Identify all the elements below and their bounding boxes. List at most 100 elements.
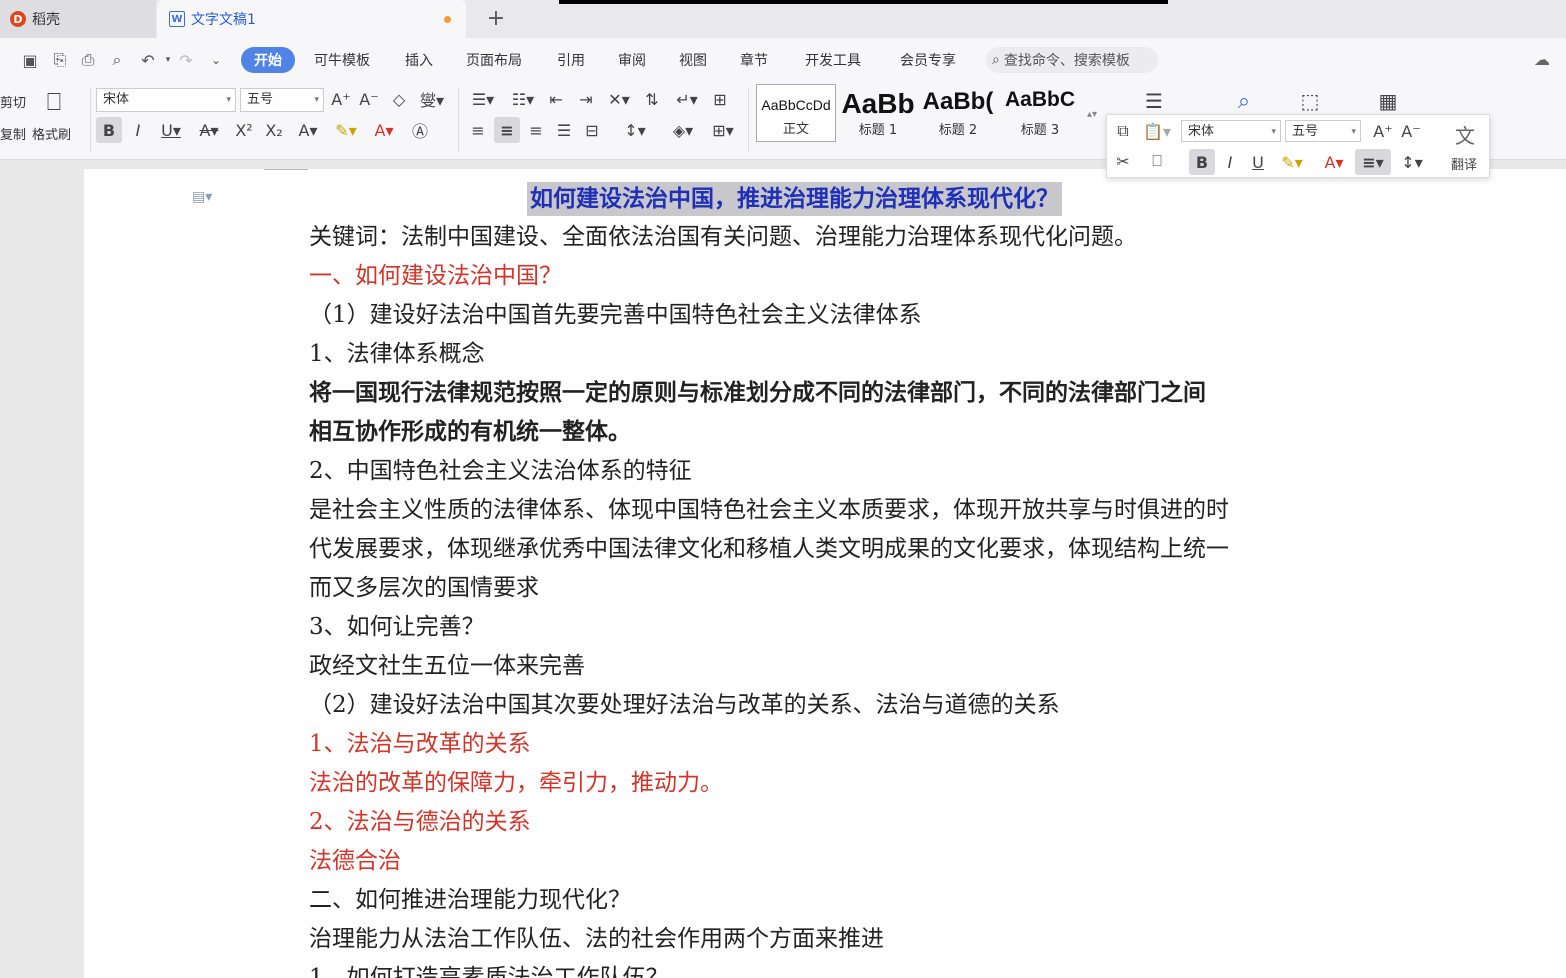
save-icon[interactable]: ▣ bbox=[20, 50, 40, 70]
bold-icon[interactable]: B bbox=[96, 117, 122, 143]
mini-align-center-icon[interactable]: ≡▾ bbox=[1355, 149, 1391, 175]
copy-label[interactable]: 复制 bbox=[0, 124, 26, 143]
undo-dropdown-icon[interactable]: ▾ bbox=[158, 50, 178, 70]
translate-label[interactable]: 翻译 bbox=[1441, 153, 1487, 173]
line-spacing-icon[interactable]: ↕▾ bbox=[616, 117, 654, 143]
paragraph-item-2[interactable]: 2、中国特色社会主义法治体系的特征 bbox=[309, 456, 692, 486]
menu-template[interactable]: 可牛模板 bbox=[314, 50, 370, 72]
paragraph-body-3[interactable]: 而又多层次的国情要求 bbox=[309, 573, 539, 603]
superscript-icon[interactable]: X² bbox=[231, 117, 257, 143]
sort-icon[interactable]: ⇅ bbox=[640, 88, 664, 110]
numbered-list-icon[interactable]: ☷▾ bbox=[506, 88, 540, 110]
style-heading-1[interactable]: AaBb 标题 1 bbox=[838, 84, 918, 142]
print-icon[interactable]: ⎙ bbox=[78, 50, 98, 70]
increase-indent-icon[interactable]: ⇥ bbox=[574, 88, 598, 110]
align-center-icon[interactable]: ≡ bbox=[494, 117, 520, 143]
heading-section-1[interactable]: 一、如何建设法治中国？ bbox=[309, 261, 562, 291]
mini-italic-icon[interactable]: I bbox=[1219, 149, 1241, 175]
clear-format-icon[interactable]: ◇ bbox=[388, 88, 410, 110]
paragraph-sub-1[interactable]: （1）建设好法治中国首先要完善中国特色社会主义法律体系 bbox=[309, 300, 922, 330]
document-nav-icon[interactable]: ▤▾ bbox=[192, 189, 212, 205]
paragraph-sub-2[interactable]: （2）建设好法治中国其次要处理好法治与改革的关系、法治与道德的关系 bbox=[309, 690, 1060, 720]
paste-icon[interactable]: 📋▾ bbox=[1141, 119, 1173, 143]
tab-document[interactable]: W 文字文稿1 bbox=[157, 0, 466, 38]
mini-highlight-icon[interactable]: ✎▾ bbox=[1275, 149, 1309, 175]
translate-icon[interactable]: 文 bbox=[1445, 119, 1485, 149]
menu-chapter[interactable]: 章节 bbox=[740, 50, 768, 72]
grow-font-icon[interactable]: A⁺ bbox=[330, 88, 352, 110]
menu-insert[interactable]: 插入 bbox=[405, 50, 433, 72]
justify-icon[interactable]: ☰ bbox=[552, 117, 576, 143]
paragraph-keywords[interactable]: 关键词：法制中国建设、全面依法治国有关问题、治理能力治理体系现代化问题。 bbox=[309, 222, 1137, 252]
paragraph-red-4[interactable]: 法德合治 bbox=[309, 846, 401, 876]
font-size-select[interactable]: 五号 ▾ bbox=[240, 88, 324, 112]
redo-icon[interactable]: ↷ bbox=[176, 50, 196, 70]
format-painter-label[interactable]: 格式刷 bbox=[32, 124, 71, 143]
paragraph-item-4[interactable]: 1、如何打造高素质法治工作队伍？ bbox=[309, 963, 669, 978]
italic-icon[interactable]: I bbox=[127, 117, 149, 143]
command-search[interactable]: ⌕ 查找命令、搜索模板 bbox=[986, 47, 1158, 73]
paragraph-bold-2[interactable]: 相互协作形成的有机统一整体。 bbox=[309, 417, 631, 447]
cloud-sync-icon[interactable]: ☁ bbox=[1534, 50, 1550, 69]
paragraph-item-3[interactable]: 3、如何让完善？ bbox=[309, 612, 485, 642]
menu-page-layout[interactable]: 页面布局 bbox=[466, 50, 522, 72]
print-preview-icon[interactable]: ⌕ bbox=[107, 50, 127, 70]
style-heading-3[interactable]: AaBbC 标题 3 bbox=[1000, 84, 1080, 142]
format-painter-icon[interactable]: ⎕ bbox=[40, 86, 68, 118]
mini-bold-icon[interactable]: B bbox=[1189, 149, 1215, 175]
paragraph-bold-1[interactable]: 将一国现行法律规范按照一定的原则与标准划分成不同的法律部门，不同的法律部门之间 bbox=[309, 378, 1206, 408]
paragraph-body-2[interactable]: 代发展要求，体现继承优秀中国法律文化和移植人类文明成果的文化要求，体现结构上统一 bbox=[309, 534, 1229, 564]
decrease-indent-icon[interactable]: ⇤ bbox=[544, 88, 568, 110]
select-icon[interactable]: ⬚ bbox=[1294, 86, 1326, 116]
align-right-icon[interactable]: ≡ bbox=[524, 117, 548, 143]
menu-developer[interactable]: 开发工具 bbox=[805, 50, 861, 72]
table-tools-icon[interactable]: ⊞ bbox=[708, 88, 732, 110]
shading-icon[interactable]: ◈▾ bbox=[666, 117, 700, 143]
document-title[interactable]: 如何建设法治中国，推进治理能力治理体系现代化？ bbox=[527, 182, 1062, 216]
subscript-icon[interactable]: X₂ bbox=[261, 117, 287, 143]
text-layout-icon[interactable]: ☰ bbox=[1138, 86, 1170, 116]
paragraph-red-2[interactable]: 法治的改革的保障力，牵引力，推动力。 bbox=[309, 768, 723, 798]
menu-home[interactable]: 开始 bbox=[241, 47, 295, 73]
style-gallery-scroll-icon[interactable]: ▴▾ bbox=[1084, 86, 1100, 142]
paragraph-body-4[interactable]: 政经文社生五位一体来完善 bbox=[309, 651, 585, 681]
menu-view[interactable]: 视图 bbox=[679, 50, 707, 72]
shrink-font-icon[interactable]: A⁻ bbox=[358, 88, 380, 110]
mini-font-select[interactable]: 宋体 ▾ bbox=[1181, 120, 1281, 142]
menu-member[interactable]: 会员专享 bbox=[900, 50, 956, 72]
mini-underline-icon[interactable]: U bbox=[1247, 149, 1269, 175]
new-tab-plus-icon[interactable]: + bbox=[484, 6, 508, 31]
char-border-icon[interactable]: Ⓐ bbox=[408, 117, 432, 143]
text-effect-icon[interactable]: A▾ bbox=[292, 117, 324, 143]
bullet-list-icon[interactable]: ☰▾ bbox=[466, 88, 500, 110]
paragraph-body-5[interactable]: 治理能力从法治工作队伍、法的社会作用两个方面来推进 bbox=[309, 924, 884, 954]
copy-icon[interactable]: ⧉ bbox=[1111, 119, 1135, 143]
align-left-icon[interactable]: ≡ bbox=[466, 117, 490, 143]
document-page[interactable] bbox=[84, 169, 1566, 978]
export-icon[interactable]: ⎘ bbox=[50, 50, 70, 70]
paragraph-item-1[interactable]: 1、法律体系概念 bbox=[309, 339, 485, 369]
paragraph-red-3[interactable]: 2、法治与德治的关系 bbox=[309, 807, 531, 837]
paragraph-red-1[interactable]: 1、法治与改革的关系 bbox=[309, 729, 531, 759]
mini-shrink-font-icon[interactable]: A⁻ bbox=[1399, 119, 1423, 143]
mini-size-select[interactable]: 五号 ▾ bbox=[1285, 120, 1361, 142]
find-replace-icon[interactable]: ⌕ bbox=[1228, 86, 1260, 116]
font-family-select[interactable]: 宋体 ▾ bbox=[96, 88, 236, 112]
cut-icon[interactable]: ✂ bbox=[1111, 149, 1135, 173]
chinese-layout-icon[interactable]: ✕▾ bbox=[602, 88, 636, 110]
arrange-icon[interactable]: ▦ bbox=[1372, 86, 1404, 116]
paragraph-body-1[interactable]: 是社会主义性质的法律体系、体现中国特色社会主义本质要求，体现开放共享与时俱进的时 bbox=[309, 495, 1229, 525]
mini-format-painter-icon[interactable]: ⎕ bbox=[1145, 149, 1169, 173]
borders-icon[interactable]: ⊞▾ bbox=[706, 117, 740, 143]
menu-review[interactable]: 审阅 bbox=[618, 50, 646, 72]
style-normal[interactable]: AaBbCcDd 正文 bbox=[756, 84, 836, 142]
distribute-icon[interactable]: ⊟ bbox=[580, 117, 604, 143]
unsaved-dot-icon[interactable] bbox=[444, 16, 451, 23]
mini-grow-font-icon[interactable]: A⁺ bbox=[1371, 119, 1395, 143]
cut-label[interactable]: 剪切 bbox=[0, 92, 26, 111]
mini-font-color-icon[interactable]: A▾ bbox=[1317, 149, 1351, 175]
paragraph-mark-icon[interactable]: ↵▾ bbox=[670, 88, 704, 110]
strikethrough-icon[interactable]: A▾ bbox=[193, 117, 225, 143]
mini-line-spacing-icon[interactable]: ↕▾ bbox=[1395, 149, 1429, 175]
heading-section-2[interactable]: 二、如何推进治理能力现代化？ bbox=[309, 885, 631, 915]
